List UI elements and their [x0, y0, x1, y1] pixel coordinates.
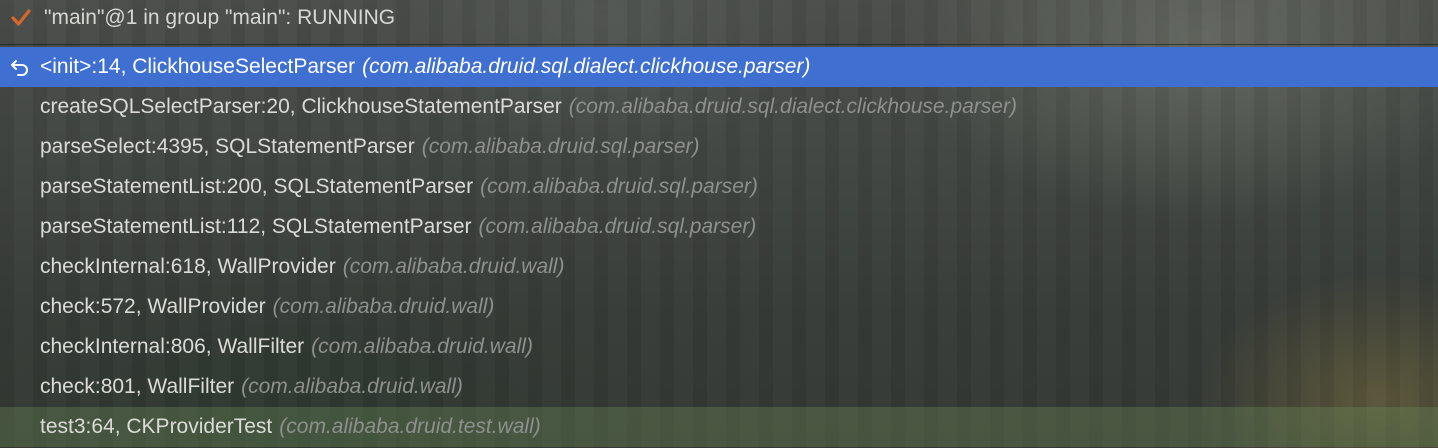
thread-status-label: "main"@1 in group "main": RUNNING: [44, 6, 396, 29]
frame-gutter: [0, 167, 40, 207]
frame-location: parseStatementList:200, SQLStatementPars…: [40, 175, 474, 198]
frame-gutter: [0, 287, 40, 327]
divider: [0, 44, 1438, 45]
stack-frame-0[interactable]: <init>:14, ClickhouseSelectParser (com.a…: [0, 47, 1438, 87]
stack-frames-list: <init>:14, ClickhouseSelectParser (com.a…: [0, 47, 1438, 447]
frame-package: (com.alibaba.druid.sql.dialect.clickhous…: [362, 55, 811, 78]
frame-gutter: [0, 247, 40, 287]
frame-package: (com.alibaba.druid.sql.parser): [421, 135, 700, 158]
stack-frame-7[interactable]: checkInternal:806, WallFilter (com.aliba…: [0, 327, 1438, 367]
frame-location: check:572, WallProvider: [40, 295, 266, 318]
thread-status-bar[interactable]: "main"@1 in group "main": RUNNING: [0, 0, 1438, 36]
frame-gutter: [0, 207, 40, 247]
frame-location: parseSelect:4395, SQLStatementParser: [40, 135, 415, 158]
frame-gutter: [0, 367, 40, 407]
frame-gutter: [0, 407, 40, 447]
stack-frame-5[interactable]: checkInternal:618, WallProvider (com.ali…: [0, 247, 1438, 287]
frame-gutter: [0, 127, 40, 167]
frame-location: test3:64, CKProviderTest: [40, 415, 273, 438]
stack-frame-4[interactable]: parseStatementList:112, SQLStatementPars…: [0, 207, 1438, 247]
stack-frame-3[interactable]: parseStatementList:200, SQLStatementPars…: [0, 167, 1438, 207]
frame-package: (com.alibaba.druid.wall): [342, 255, 565, 278]
frame-location: createSQLSelectParser:20, ClickhouseStat…: [40, 95, 562, 118]
frame-gutter: [0, 87, 40, 127]
stack-frame-9[interactable]: test3:64, CKProviderTest (com.alibaba.dr…: [0, 407, 1438, 447]
frame-package: (com.alibaba.druid.sql.parser): [480, 175, 758, 198]
stack-frame-6[interactable]: check:572, WallProvider (com.alibaba.dru…: [0, 287, 1438, 327]
frame-package: (com.alibaba.druid.sql.dialect.clickhous…: [568, 95, 1017, 118]
frame-location: checkInternal:618, WallProvider: [40, 255, 336, 278]
frame-package: (com.alibaba.druid.sql.parser): [478, 215, 757, 238]
stack-frame-8[interactable]: check:801, WallFilter (com.alibaba.druid…: [0, 367, 1438, 407]
frame-package: (com.alibaba.druid.wall): [241, 375, 463, 398]
frame-location: <init>:14, ClickhouseSelectParser: [40, 55, 356, 78]
drop-frame-icon[interactable]: [0, 47, 40, 87]
frame-package: (com.alibaba.druid.wall): [311, 335, 533, 358]
checkmark-icon: [10, 7, 32, 29]
frame-gutter: [0, 327, 40, 367]
frame-package: (com.alibaba.druid.wall): [272, 295, 495, 318]
frame-location: checkInternal:806, WallFilter: [40, 335, 305, 358]
frame-location: parseStatementList:112, SQLStatementPars…: [40, 215, 472, 238]
frame-location: check:801, WallFilter: [40, 375, 235, 398]
frame-package: (com.alibaba.druid.test.wall): [279, 415, 541, 438]
stack-frame-2[interactable]: parseSelect:4395, SQLStatementParser (co…: [0, 127, 1438, 167]
stack-frame-1[interactable]: createSQLSelectParser:20, ClickhouseStat…: [0, 87, 1438, 127]
